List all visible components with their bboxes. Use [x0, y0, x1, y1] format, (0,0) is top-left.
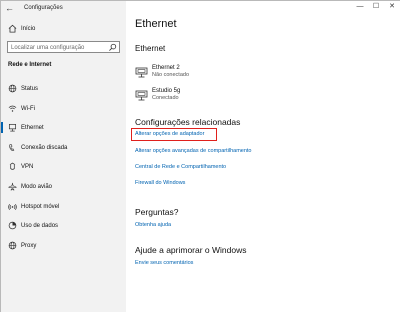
network-status: Não conectado — [152, 72, 189, 78]
network-item[interactable]: Ethernet 2 Não conectado — [135, 64, 295, 82]
sidebar-item-label: Conexão discada — [21, 144, 68, 151]
related-settings-heading: Configurações relacionadas — [135, 117, 241, 127]
data-usage-icon — [8, 221, 17, 230]
app-title: Configurações — [24, 5, 63, 11]
sidebar-item-ethernet[interactable]: Ethernet — [1, 118, 126, 138]
minimize-button[interactable]: — — [352, 1, 368, 13]
sidebar-item-label: Status — [21, 86, 39, 92]
sidebar-item-label: Modo avião — [21, 183, 53, 190]
sidebar-item-airplane[interactable]: Modo avião — [1, 177, 126, 197]
section-subtitle: Ethernet — [135, 44, 166, 53]
sidebar-item-hotspot[interactable]: Hotspot móvel — [1, 197, 126, 217]
maximize-button[interactable]: ☐ — [368, 1, 384, 13]
dialup-icon — [9, 143, 15, 151]
improve-windows-heading: Ajude a aprimorar o Windows — [135, 245, 247, 255]
network-item[interactable]: Estudio 5g Conectado — [135, 87, 295, 105]
network-sharing-center-link[interactable]: Central de Rede e Compartilhamento — [135, 164, 226, 171]
sidebar: ← Configurações Início Localizar uma con… — [1, 1, 126, 312]
sidebar-item-data-usage[interactable]: Uso de dados — [1, 216, 126, 236]
sidebar-item-dialup[interactable]: Conexão discada — [1, 138, 126, 158]
section-title: Rede e Internet — [8, 62, 52, 68]
sidebar-nav: Status Wi-Fi Ethernet Conexão discada VP… — [1, 79, 126, 255]
sidebar-item-wifi[interactable]: Wi-Fi — [1, 99, 126, 119]
airplane-icon — [8, 182, 17, 191]
vpn-icon — [9, 163, 16, 171]
network-status: Conectado — [152, 95, 179, 101]
sidebar-item-label: Proxy — [21, 242, 37, 249]
sidebar-item-label: Ethernet — [21, 125, 44, 132]
ethernet-icon — [8, 124, 17, 132]
questions-heading: Perguntas? — [135, 207, 179, 217]
home-label: Início — [21, 26, 36, 32]
home-icon — [8, 24, 17, 33]
search-input[interactable]: Localizar uma configuração — [7, 41, 120, 53]
globe-icon — [8, 84, 17, 93]
change-adapter-options-link[interactable]: Alterar opções de adaptador — [135, 131, 204, 138]
sidebar-item-label: Wi-Fi — [21, 105, 35, 112]
window-controls: — ☐ ✕ — [352, 1, 400, 13]
network-name: Estudio 5g — [152, 88, 181, 94]
network-name: Ethernet 2 — [152, 65, 180, 71]
settings-window: ← Configurações Início Localizar uma con… — [0, 0, 400, 312]
wifi-icon — [8, 105, 17, 112]
windows-firewall-link[interactable]: Firewall do Windows — [135, 180, 185, 187]
search-icon — [109, 43, 117, 51]
advanced-sharing-link[interactable]: Alterar opções avançadas de compartilham… — [135, 148, 251, 155]
sidebar-item-proxy[interactable]: Proxy — [1, 236, 126, 256]
active-indicator — [1, 122, 3, 134]
search-placeholder: Localizar uma configuração — [11, 45, 85, 51]
sidebar-item-label: Uso de dados — [21, 223, 59, 230]
sidebar-item-label: VPN — [21, 164, 34, 171]
home-link[interactable]: Início — [1, 22, 126, 36]
sidebar-item-vpn[interactable]: VPN — [1, 157, 126, 177]
titlebar: ← Configurações — [1, 1, 126, 15]
hotspot-icon — [8, 203, 17, 210]
sidebar-item-label: Hotspot móvel — [21, 203, 60, 210]
ethernet-adapter-icon — [135, 90, 148, 101]
page-title: Ethernet — [135, 18, 177, 30]
sidebar-item-status[interactable]: Status — [1, 79, 126, 99]
send-feedback-link[interactable]: Envie seus comentários — [135, 260, 193, 267]
proxy-icon — [8, 241, 17, 250]
back-arrow-icon[interactable]: ← — [5, 4, 14, 13]
ethernet-adapter-icon — [135, 67, 148, 78]
get-help-link[interactable]: Obtenha ajuda — [135, 222, 171, 229]
close-button[interactable]: ✕ — [384, 1, 400, 13]
content-pane: — ☐ ✕ Ethernet Ethernet Ethernet 2 Não c… — [126, 1, 400, 312]
